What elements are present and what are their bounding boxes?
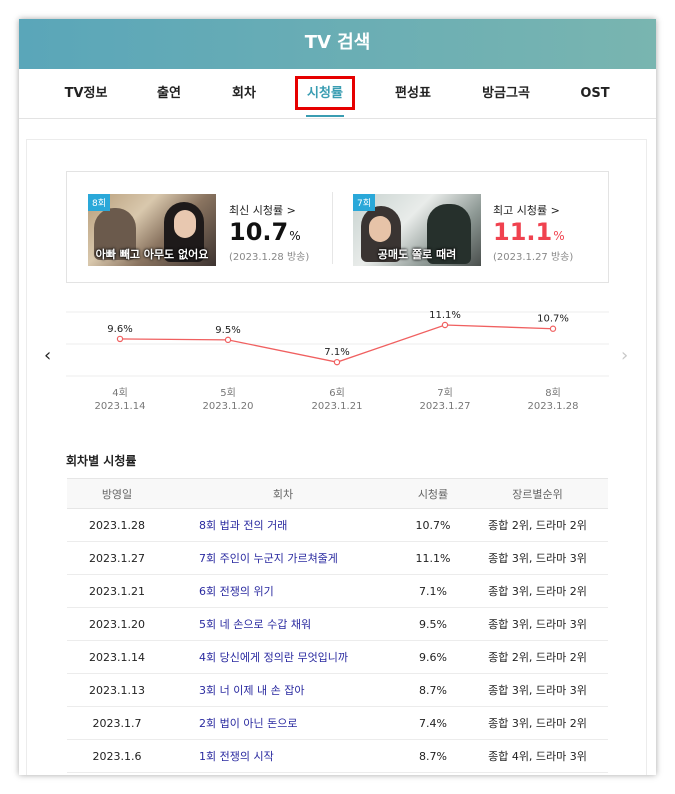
- table-row: 2023.1.6 1회 전쟁의 시작 8.7% 종합 4위, 드라마 3위: [67, 739, 608, 773]
- data-point[interactable]: [116, 335, 124, 343]
- air-date-cell: 2023.1.7: [67, 706, 167, 740]
- ratings-line-chart: 9.6% 4회 2023.1.14 9.5% 5회 2023.1.20 7.1% 6회 2023…: [66, 310, 609, 412]
- data-point[interactable]: [333, 358, 341, 366]
- air-date-cell: 2023.1.21: [67, 574, 167, 608]
- x-tick-label: 8회: [545, 387, 561, 399]
- ratings-summary: 8회 아빠 빼고 아무도 없어요 최신 시청률 > 10.7% (2023.1.…: [66, 171, 609, 283]
- air-date-cell: 2023.1.28: [67, 508, 167, 542]
- genre-rank-cell: 종합 4위, 드라마 3위: [467, 739, 608, 773]
- rating-cell: 9.6%: [399, 640, 467, 674]
- best-episode-thumbnail[interactable]: 7회 공매도 쫄로 때려: [353, 194, 481, 266]
- rating-cell: 10.7%: [399, 508, 467, 542]
- highlight-box: [295, 76, 355, 110]
- tab-bar: TV정보 출연 회차 시청률 편성표 방금그곡 OST: [19, 69, 656, 119]
- episode-badge: 7회: [353, 194, 376, 211]
- tab-that-song[interactable]: 방금그곡: [482, 69, 530, 119]
- episode-title-link[interactable]: 1회 전쟁의 시작: [167, 739, 399, 773]
- table-row: 2023.1.20 5회 네 손으로 수갑 채워 9.5% 종합 3위, 드라마 3위: [67, 607, 608, 641]
- section-title: 회차별 시청률: [66, 454, 137, 468]
- table-row: 2023.1.13 3회 너 이제 내 손 잡아 8.7% 종합 3위, 드라마 3위: [67, 673, 608, 707]
- summary-divider: [332, 192, 333, 264]
- column-header: 방영일: [67, 478, 167, 509]
- tab-tv-info[interactable]: TV정보: [65, 69, 108, 119]
- tab-ost[interactable]: OST: [580, 69, 609, 119]
- genre-rank-cell: 종합 3위, 드라마 2위: [467, 706, 608, 740]
- tab-cast[interactable]: 출연: [157, 69, 181, 119]
- rating-cell: 9.5%: [399, 607, 467, 641]
- episode-title-link[interactable]: 5회 네 손으로 수갑 채워: [167, 607, 399, 641]
- episode-title-link[interactable]: 7회 주인이 누군지 가르쳐줄게: [167, 541, 399, 575]
- data-point[interactable]: [224, 336, 232, 344]
- best-rating-value: 11.1%: [493, 218, 565, 246]
- episode-title-link[interactable]: 4회 당신에게 정의란 무엇입니까: [167, 640, 399, 674]
- table-row: 2023.1.28 8회 법과 전의 거래 10.7% 종합 2위, 드라마 2위: [67, 508, 608, 542]
- x-tick-label: 7회: [437, 387, 453, 399]
- table-row: 2023.1.7 2회 법이 아닌 돈으로 7.4% 종합 3위, 드라마 2위: [67, 706, 608, 740]
- genre-rank-cell: 종합 3위, 드라마 3위: [467, 607, 608, 641]
- data-label: 10.7%: [537, 314, 569, 325]
- genre-rank-cell: 종합 2위, 드라마 2위: [467, 640, 608, 674]
- air-date-cell: 2023.1.13: [67, 673, 167, 707]
- x-tick-date: 2023.1.14: [95, 401, 146, 412]
- column-header: 회차: [167, 478, 399, 509]
- thumbnail-caption: 공매도 쫄로 때려: [377, 248, 457, 261]
- rating-cell: 7.1%: [399, 574, 467, 608]
- latest-rating-value: 10.7%: [229, 218, 301, 246]
- ratings-panel: 8회 아빠 빼고 아무도 없어요 최신 시청률 > 10.7% (2023.1.…: [26, 139, 647, 775]
- table-header-row: 방영일 회차 시청률 장르별순위: [67, 478, 608, 509]
- table-row: 2023.1.21 6회 전쟁의 위기 7.1% 종합 3위, 드라마 2위: [67, 574, 608, 608]
- data-point[interactable]: [549, 325, 557, 332]
- data-point[interactable]: [441, 321, 449, 329]
- column-header: 시청률: [399, 478, 467, 509]
- page-title: TV 검색: [19, 19, 656, 69]
- air-date-cell: 2023.1.20: [67, 607, 167, 641]
- genre-rank-cell: 종합 3위, 드라마 3위: [467, 541, 608, 575]
- chevron-right-icon[interactable]: ›: [621, 345, 628, 366]
- episode-title-link[interactable]: 3회 너 이제 내 손 잡아: [167, 673, 399, 707]
- episode-title-link[interactable]: 2회 법이 아닌 돈으로: [167, 706, 399, 740]
- air-date-cell: 2023.1.6: [67, 739, 167, 773]
- genre-rank-cell: 종합 3위, 드라마 3위: [467, 673, 608, 707]
- x-tick-label: 4회: [112, 387, 128, 399]
- ratings-chart: 9.6% 4회 2023.1.14 9.5% 5회 2023.1.20 7.1% 6회 2023…: [27, 290, 648, 420]
- rating-cell: 11.1%: [399, 541, 467, 575]
- genre-rank-cell: 종합 2위, 드라마 2위: [467, 508, 608, 542]
- tv-search-window: TV 검색 TV정보 출연 회차 시청률 편성표 방금그곡 OST 8회 아빠 …: [19, 19, 656, 775]
- tab-episodes[interactable]: 회차: [232, 69, 256, 119]
- latest-rating-link[interactable]: 최신 시청률 >: [229, 202, 296, 218]
- latest-rating-date: (2023.1.28 방송): [229, 252, 310, 263]
- best-rating-link[interactable]: 최고 시청률 >: [493, 202, 560, 218]
- best-rating-date: (2023.1.27 방송): [493, 252, 574, 263]
- table-row: 2023.1.14 4회 당신에게 정의란 무엇입니까 9.6% 종합 2위, 드라마…: [67, 640, 608, 674]
- air-date-cell: 2023.1.27: [67, 541, 167, 575]
- rating-cell: 8.7%: [399, 739, 467, 773]
- air-date-cell: 2023.1.14: [67, 640, 167, 674]
- ratings-table: 방영일 회차 시청률 장르별순위 2023.1.28 8회 법과 전의 거래 10.…: [67, 478, 608, 773]
- data-label: 11.1%: [429, 310, 461, 321]
- latest-episode-thumbnail[interactable]: 8회 아빠 빼고 아무도 없어요: [88, 194, 216, 266]
- x-tick-label: 6회: [329, 387, 345, 399]
- genre-rank-cell: 종합 3위, 드라마 2위: [467, 574, 608, 608]
- data-label: 9.6%: [107, 324, 132, 335]
- x-tick-date: 2023.1.21: [312, 401, 363, 412]
- x-tick-date: 2023.1.27: [420, 401, 471, 412]
- table-row: 2023.1.27 7회 주인이 누군지 가르쳐줄게 11.1% 종합 3위, 드라마…: [67, 541, 608, 575]
- episode-title-link[interactable]: 6회 전쟁의 위기: [167, 574, 399, 608]
- data-label: 7.1%: [324, 347, 349, 358]
- rating-cell: 7.4%: [399, 706, 467, 740]
- x-tick-label: 5회: [220, 387, 236, 399]
- data-label: 9.5%: [215, 325, 240, 336]
- x-tick-date: 2023.1.20: [203, 401, 254, 412]
- episode-badge: 8회: [88, 194, 111, 211]
- episode-title-link[interactable]: 8회 법과 전의 거래: [167, 508, 399, 542]
- thumbnail-caption: 아빠 빼고 아무도 없어요: [95, 248, 209, 261]
- tab-schedule[interactable]: 편성표: [395, 69, 431, 119]
- active-tab-underline: [306, 115, 344, 117]
- x-tick-date: 2023.1.28: [528, 401, 579, 412]
- rating-cell: 8.7%: [399, 673, 467, 707]
- chevron-left-icon[interactable]: ‹: [44, 345, 51, 366]
- column-header: 장르별순위: [467, 478, 608, 509]
